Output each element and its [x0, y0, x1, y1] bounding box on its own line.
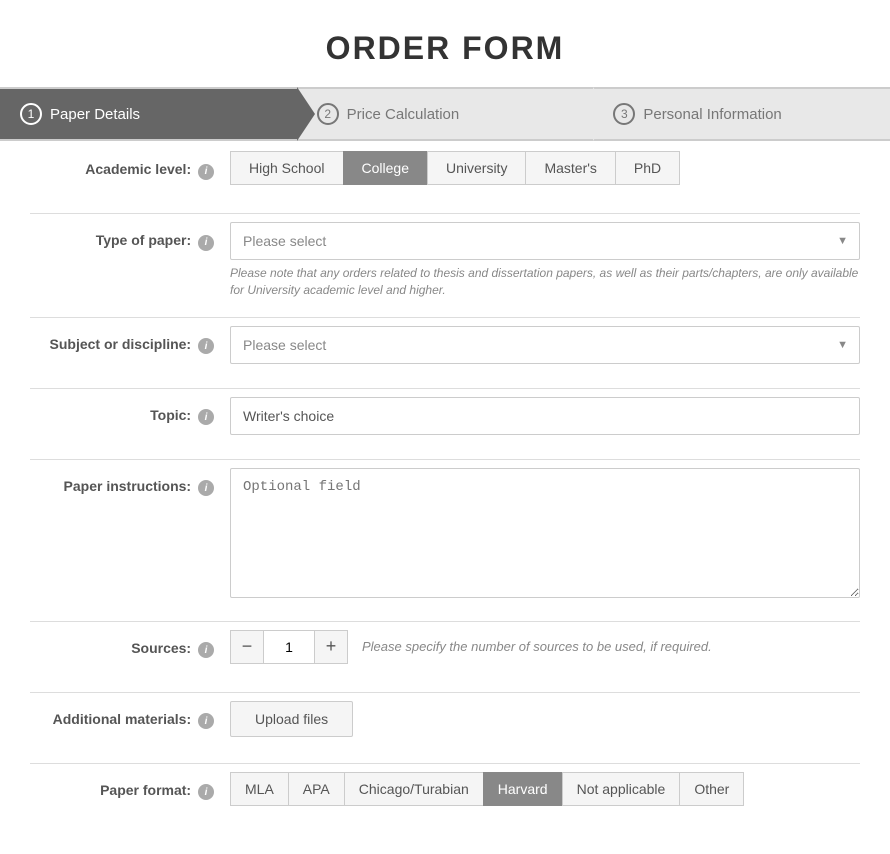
sources-note: Please specify the number of sources to …	[362, 639, 712, 654]
paper-instructions-row: Paper instructions: i	[30, 468, 860, 603]
topic-row: Topic: i	[30, 397, 860, 441]
additional-materials-label: Additional materials: i	[30, 701, 230, 730]
level-btn-masters[interactable]: Master's	[525, 151, 614, 185]
format-btn-harvard[interactable]: Harvard	[483, 772, 562, 806]
step-paper-details[interactable]: 1 Paper Details	[0, 89, 297, 139]
format-btn-other[interactable]: Other	[679, 772, 744, 806]
page-title: ORDER FORM	[0, 0, 890, 87]
divider6	[30, 692, 860, 693]
step3-label: Personal Information	[643, 106, 781, 123]
level-btn-college[interactable]: College	[343, 151, 427, 185]
level-btn-high-school[interactable]: High School	[230, 151, 343, 185]
format-btn-mla[interactable]: MLA	[230, 772, 288, 806]
level-btn-phd[interactable]: PhD	[615, 151, 680, 185]
sources-decrement-button[interactable]: −	[230, 630, 264, 664]
step1-num: 1	[20, 103, 42, 125]
paper-instructions-content	[230, 468, 860, 603]
subject-discipline-select[interactable]: Please select	[230, 326, 860, 364]
paper-instructions-label: Paper instructions: i	[30, 468, 230, 497]
academic-level-label: Academic level: i	[30, 151, 230, 180]
divider5	[30, 621, 860, 622]
paper-instructions-textarea[interactable]	[230, 468, 860, 598]
type-of-paper-label: Type of paper: i	[30, 222, 230, 251]
step-price-calculation[interactable]: 2 Price Calculation	[297, 89, 594, 139]
form-container: Academic level: i High School College Un…	[0, 141, 890, 854]
level-btn-university[interactable]: University	[427, 151, 525, 185]
step2-num: 2	[317, 103, 339, 125]
subject-discipline-select-wrapper: Please select	[230, 326, 860, 364]
additional-materials-info-icon[interactable]: i	[198, 713, 214, 729]
sources-counter-row: − 1 + Please specify the number of sourc…	[230, 630, 860, 664]
subject-discipline-info-icon[interactable]: i	[198, 338, 214, 354]
divider4	[30, 459, 860, 460]
academic-level-info-icon[interactable]: i	[198, 164, 214, 180]
step-personal-information[interactable]: 3 Personal Information	[593, 89, 890, 139]
divider1	[30, 213, 860, 214]
sources-row: Sources: i − 1 + Please specify the numb…	[30, 630, 860, 674]
topic-input[interactable]	[230, 397, 860, 435]
topic-content	[230, 397, 860, 435]
divider3	[30, 388, 860, 389]
sources-value: 1	[264, 630, 314, 664]
type-of-paper-select[interactable]: Please select	[230, 222, 860, 260]
paper-format-label: Paper format: i	[30, 772, 230, 801]
step1-label: Paper Details	[50, 106, 140, 123]
type-of-paper-row: Type of paper: i Please select Please no…	[30, 222, 860, 299]
format-btn-not-applicable[interactable]: Not applicable	[562, 772, 680, 806]
academic-level-buttons: High School College University Master's …	[230, 151, 860, 185]
format-btn-chicago[interactable]: Chicago/Turabian	[344, 772, 483, 806]
type-of-paper-note: Please note that any orders related to t…	[230, 265, 860, 299]
upload-files-button[interactable]: Upload files	[230, 701, 353, 737]
divider2	[30, 317, 860, 318]
paper-format-content: MLA APA Chicago/Turabian Harvard Not app…	[230, 772, 860, 806]
sources-info-icon[interactable]: i	[198, 642, 214, 658]
academic-level-content: High School College University Master's …	[230, 151, 860, 185]
subject-discipline-row: Subject or discipline: i Please select	[30, 326, 860, 370]
subject-discipline-label: Subject or discipline: i	[30, 326, 230, 355]
step2-label: Price Calculation	[347, 106, 460, 123]
type-of-paper-content: Please select Please note that any order…	[230, 222, 860, 299]
sources-increment-button[interactable]: +	[314, 630, 348, 664]
paper-format-row: Paper format: i MLA APA Chicago/Turabian…	[30, 772, 860, 816]
paper-instructions-info-icon[interactable]: i	[198, 480, 214, 496]
steps-bar: 1 Paper Details 2 Price Calculation 3 Pe…	[0, 87, 890, 141]
type-of-paper-select-wrapper: Please select	[230, 222, 860, 260]
divider7	[30, 763, 860, 764]
paper-format-buttons: MLA APA Chicago/Turabian Harvard Not app…	[230, 772, 860, 806]
subject-discipline-content: Please select	[230, 326, 860, 364]
topic-info-icon[interactable]: i	[198, 409, 214, 425]
additional-materials-content: Upload files	[230, 701, 860, 737]
paper-format-info-icon[interactable]: i	[198, 784, 214, 800]
topic-label: Topic: i	[30, 397, 230, 426]
academic-level-row: Academic level: i High School College Un…	[30, 151, 860, 195]
type-of-paper-info-icon[interactable]: i	[198, 235, 214, 251]
step3-num: 3	[613, 103, 635, 125]
sources-content: − 1 + Please specify the number of sourc…	[230, 630, 860, 664]
additional-materials-row: Additional materials: i Upload files	[30, 701, 860, 745]
format-btn-apa[interactable]: APA	[288, 772, 344, 806]
sources-label: Sources: i	[30, 630, 230, 659]
